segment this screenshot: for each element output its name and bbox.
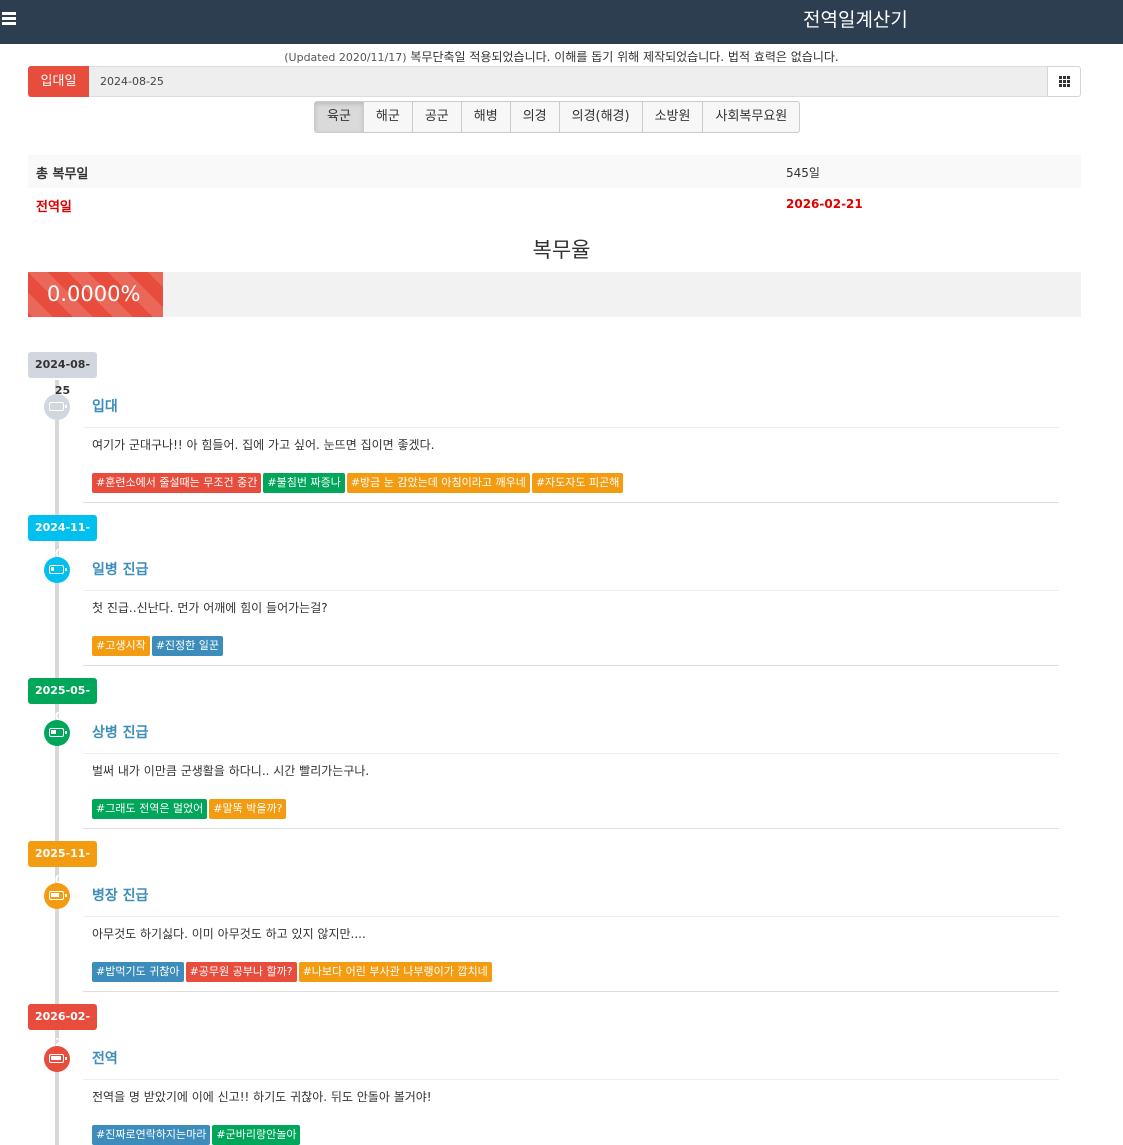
hashtag-label[interactable]: #나보다 어린 부사관 나부랭이가 깝치네 [298,962,492,982]
tab-branch-4[interactable]: 의경 [510,102,560,132]
discharge-label: 전역일 [36,200,72,215]
timeline-date-badge: 2024-08-25 [28,352,97,397]
update-date: (Updated 2020/11/17) [284,51,407,64]
timeline-title: 입대 [83,390,1059,428]
timeline-date-badge: 2024-11-01 [28,515,97,560]
menu-icon[interactable] [2,12,16,26]
timeline-tags: #밥먹기도 귀찮아 #공무원 공부나 할까? #나보다 어린 부사관 나부랭이가 깝… [83,954,1059,992]
hashtag-label[interactable]: #공무원 공부나 할까? [185,962,297,982]
tab-branch-3[interactable]: 해병 [461,102,511,132]
timeline-body: 전역을 명 받았기에 이에 신고!! 하기도 귀찮아. 뒤도 안돌아 볼거야! [92,1090,432,1104]
enlist-date-group: 입대일 2024-08-25 [28,66,1081,97]
timeline-body: 벌써 내가 이만큼 군생활을 하다니.. 시간 빨리가는구나. [92,764,370,778]
enlist-date-input[interactable]: 2024-08-25 [89,66,1047,97]
service-rate-progress: 0.0000% [28,272,1081,317]
hashtag-label[interactable]: #밥먹기도 귀찮아 [92,962,184,982]
total-days-row: 총 복무일 545일 [28,155,1081,188]
timeline-title: 상병 진급 [83,716,1059,754]
timeline-card: 일병 진급첫 진급..신난다. 먼가 어깨에 힘이 들어가는걸? #고생시작 #진정… [83,553,1059,666]
total-days-value: 545일 [786,166,820,180]
timeline-date-badge: 2026-02-21 [28,1004,97,1049]
calendar-button[interactable] [1047,66,1081,97]
top-navbar: 전역일계산기 [0,0,1123,44]
hashtag-label[interactable]: #불침번 짜증나 [263,473,345,493]
hashtag-label[interactable]: #진짜로연락하지는마라 [92,1125,211,1145]
tab-branch-0[interactable]: 육군 [315,102,364,132]
battery-empty-icon [44,394,70,420]
tab-branch-7[interactable]: 사회복무요원 [703,102,800,132]
tab-branch-2[interactable]: 공군 [412,102,462,132]
timeline-card: 병장 진급아무것도 하기싫다. 이미 아무것도 하고 있지 않지만.... #밥먹… [83,879,1059,992]
battery-full-icon [44,1046,70,1072]
enlist-date-label: 입대일 [28,66,89,97]
timeline-body: 아무것도 하기싫다. 이미 아무것도 하고 있지 않지만.... [92,927,366,941]
discharge-date: 2026-02-21 [786,197,863,211]
service-rate-bar: 0.0000% [28,272,163,317]
timeline-card: 전역전역을 명 받았기에 이에 신고!! 하기도 귀찮아. 뒤도 안돌아 볼거야… [83,1042,1059,1145]
hashtag-label[interactable]: #고생시작 [92,636,150,656]
timeline-body: 여기가 군대구나!! 아 힘들어. 집에 가고 싶어. 눈뜨면 집이면 좋겠다. [92,438,435,452]
timeline-tags: #진짜로연락하지는마라 #군바리랑안놀아 [83,1117,1059,1145]
hashtag-label[interactable]: #진정한 일꾼 [151,636,224,656]
battery-quarter-icon [44,557,70,583]
hashtag-label[interactable]: #방금 눈 감았는데 아침이라고 깨우네 [346,473,530,493]
hashtag-label[interactable]: #군바리랑안놀아 [212,1125,301,1145]
timeline-card: 상병 진급벌써 내가 이만큼 군생활을 하다니.. 시간 빨리가는구나. #그래도… [83,716,1059,829]
timeline-date-badge: 2025-11-01 [28,841,97,886]
timeline-body: 첫 진급..신난다. 먼가 어깨에 힘이 들어가는걸? [92,601,328,615]
timeline-card: 입대여기가 군대구나!! 아 힘들어. 집에 가고 싶어. 눈뜨면 집이면 좋겠… [83,390,1059,503]
timeline-tags: #그래도 전역은 멀었어 #말뚝 박을까? [83,791,1059,829]
hashtag-label[interactable]: #훈련소에서 줄설때는 무조건 중간 [92,473,262,493]
branch-tabs: 육군 해군 공군 해병 의경 의경(해경) 소방원 사회복무요원 [314,101,801,133]
timeline-tags: #훈련소에서 줄설때는 무조건 중간 #불침번 짜증나 #방금 눈 감았는데 아침이… [83,465,1059,503]
discharge-row: 전역일 2026-02-21 [28,188,1081,221]
service-rate-title: 복무율 [532,238,591,262]
timeline-tags: #고생시작 #진정한 일꾼 [83,628,1059,666]
app-title: 전역일계산기 [803,9,908,31]
timeline-date-badge: 2025-05-01 [28,678,97,723]
hashtag-label[interactable]: #말뚝 박을까? [209,799,287,819]
notice-text: (Updated 2020/11/17) 복무단축일 적용되었습니다. 이해를 … [0,49,1123,66]
battery-three-quarters-icon [44,883,70,909]
notice-message: 복무단축일 적용되었습니다. 이해를 돕기 위해 제작되었습니다. 법적 효력은… [406,50,839,64]
tab-branch-1[interactable]: 해군 [363,102,413,132]
service-timeline: 2024-08-25 입대여기가 군대구나!! 아 힘들어. 집에 가고 싶어. … [28,352,1068,1145]
hashtag-label[interactable]: #자도자도 피곤해 [531,473,624,493]
tab-branch-5[interactable]: 의경(해경) [559,102,643,132]
grid-icon [1059,76,1071,88]
timeline-title: 전역 [83,1042,1059,1080]
battery-half-icon [44,720,70,746]
hashtag-label[interactable]: #그래도 전역은 멀었어 [92,799,208,819]
tab-branch-6[interactable]: 소방원 [642,102,704,132]
summary-table: 총 복무일 545일 전역일 2026-02-21 [28,155,1081,221]
timeline-title: 일병 진급 [83,553,1059,591]
timeline-title: 병장 진급 [83,879,1059,917]
total-days-label: 총 복무일 [36,167,89,182]
